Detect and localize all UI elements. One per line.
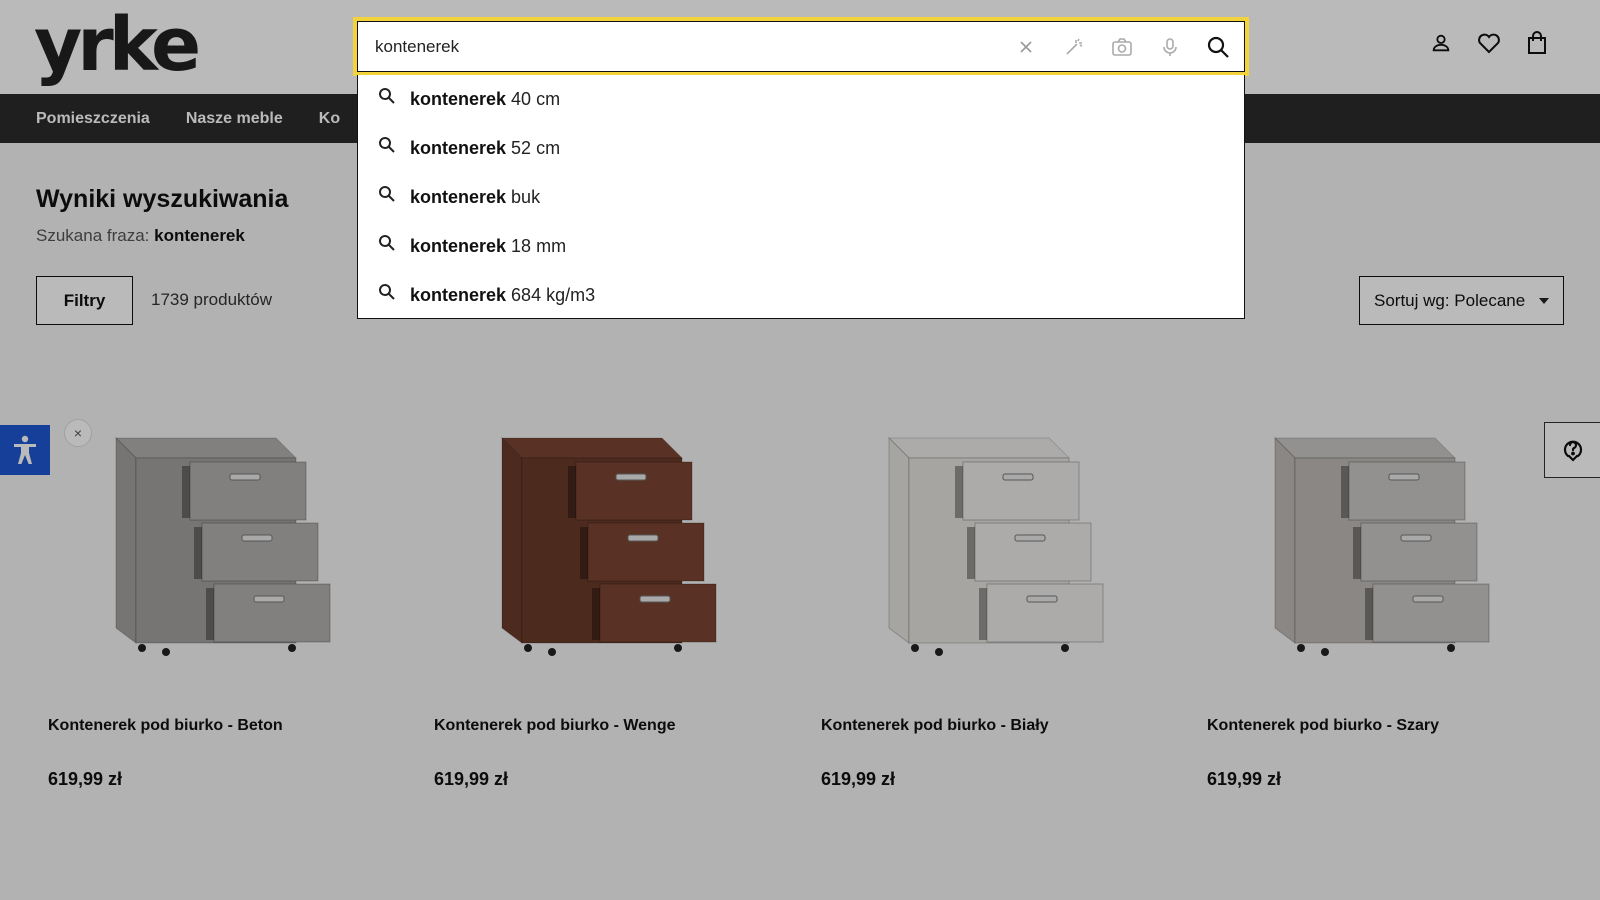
suggestion-match: kontenerek bbox=[410, 235, 507, 256]
search-input[interactable] bbox=[358, 22, 1014, 71]
microphone-icon[interactable] bbox=[1158, 35, 1182, 59]
search-icon[interactable] bbox=[1206, 35, 1230, 59]
suggestion-item[interactable]: kontenerek 40 cm bbox=[358, 75, 1244, 123]
search-icon bbox=[379, 284, 395, 300]
search-tools bbox=[1014, 35, 1244, 59]
clear-icon[interactable] bbox=[1014, 35, 1038, 59]
search-icon bbox=[379, 88, 395, 104]
suggestion-item[interactable]: kontenerek 684 kg/m3 bbox=[358, 271, 1244, 319]
suggestion-rest: 684 kg/m3 bbox=[506, 284, 596, 305]
search-container bbox=[353, 17, 1249, 76]
suggestion-item[interactable]: kontenerek 18 mm bbox=[358, 222, 1244, 270]
suggestion-rest: 40 cm bbox=[506, 88, 561, 109]
suggestion-item[interactable]: kontenerek 52 cm bbox=[358, 124, 1244, 172]
suggestion-rest: 18 mm bbox=[506, 235, 567, 256]
suggestion-rest: 52 cm bbox=[506, 137, 561, 158]
suggestion-match: kontenerek bbox=[410, 186, 507, 207]
suggestion-match: kontenerek bbox=[410, 137, 507, 158]
search-suggestions: kontenerek 40 cm kontenerek 52 cm konten… bbox=[357, 75, 1245, 319]
suggestion-item[interactable]: kontenerek buk bbox=[358, 173, 1244, 221]
suggestion-match: kontenerek bbox=[410, 284, 507, 305]
search-icon bbox=[379, 235, 395, 251]
suggestion-match: kontenerek bbox=[410, 88, 507, 109]
magic-wand-icon[interactable] bbox=[1062, 35, 1086, 59]
search-field-wrapper bbox=[357, 21, 1245, 72]
camera-icon[interactable] bbox=[1110, 35, 1134, 59]
suggestion-rest: buk bbox=[506, 186, 541, 207]
search-icon bbox=[379, 137, 395, 153]
search-icon bbox=[379, 186, 395, 202]
